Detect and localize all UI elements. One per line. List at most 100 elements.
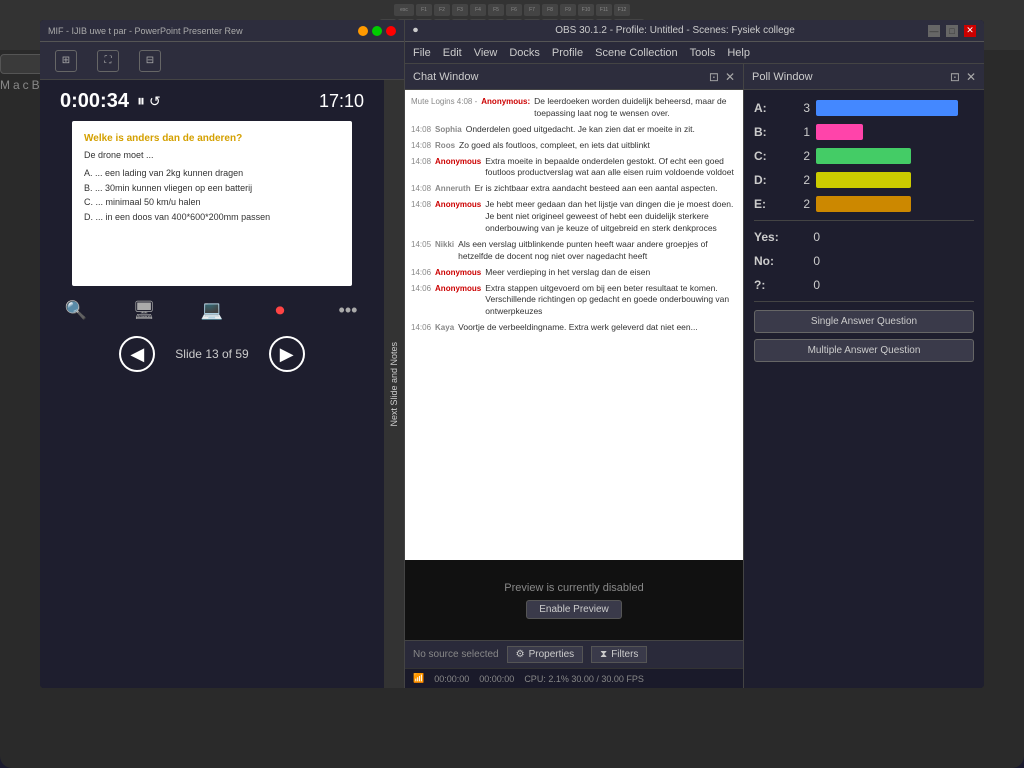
poll-row-question: ?: 0 bbox=[754, 277, 974, 293]
menu-file[interactable]: File bbox=[413, 47, 431, 59]
key-f8[interactable]: F8 bbox=[542, 4, 558, 16]
cpu-status-text: CPU: 2.1% 30.00 / 30.00 FPS bbox=[524, 674, 644, 684]
properties-button[interactable]: ⚙ Properties bbox=[507, 646, 584, 663]
enable-preview-button[interactable]: Enable Preview bbox=[526, 600, 621, 619]
chat-user: Anneruth bbox=[435, 183, 471, 195]
ppt-pause-button[interactable]: ⏸ bbox=[137, 93, 145, 111]
key-f7[interactable]: F7 bbox=[524, 4, 540, 16]
search-button[interactable]: 🔍 bbox=[60, 294, 92, 326]
poll-bar-container-a bbox=[816, 100, 974, 116]
chat-message-nikki: 14:05 Nikki Als een verslag uitblinkende… bbox=[411, 239, 737, 263]
ppt-toolbar: ⊞ ⛶ ⊟ bbox=[40, 42, 404, 80]
chat-message-anon3: 14:06 Anonymous Meer verdieping in het v… bbox=[411, 267, 737, 279]
poll-count-question: 0 bbox=[800, 278, 820, 292]
minimize-button[interactable]: — bbox=[928, 25, 940, 37]
chat-time: 14:06 bbox=[411, 283, 431, 319]
chat-text: Zo goed als foutloos, compleet, en iets … bbox=[459, 140, 650, 152]
poll-bar-container-e bbox=[816, 196, 974, 212]
close-button[interactable]: ✕ bbox=[964, 25, 976, 37]
menu-help[interactable]: Help bbox=[727, 47, 750, 59]
next-slide-button[interactable]: ▶ bbox=[269, 336, 305, 372]
no-source-text: No source selected bbox=[413, 649, 499, 660]
key-esc[interactable]: esc bbox=[394, 4, 414, 16]
ppt-end-time: 17:10 bbox=[319, 91, 364, 112]
poll-label-d: D: bbox=[754, 173, 784, 187]
chat-close-button[interactable]: ✕ bbox=[725, 70, 735, 84]
poll-close-button[interactable]: ✕ bbox=[966, 70, 976, 84]
poll-count-c: 2 bbox=[790, 149, 810, 163]
menu-edit[interactable]: Edit bbox=[443, 47, 462, 59]
key-f6[interactable]: F6 bbox=[506, 4, 522, 16]
poll-bar-b bbox=[816, 124, 863, 140]
single-answer-button[interactable]: Single Answer Question bbox=[754, 310, 974, 333]
slide-option-d: D. ... in een doos van 400*600*200mm pas… bbox=[84, 212, 340, 224]
poll-count-e: 2 bbox=[790, 197, 810, 211]
ppt-refresh-button[interactable]: ↺ bbox=[149, 93, 161, 110]
key-f11[interactable]: F11 bbox=[596, 4, 612, 16]
poll-title-bar: Poll Window ⊡ ✕ bbox=[744, 64, 984, 90]
toolbar-icon-1[interactable]: ⊞ bbox=[55, 50, 77, 72]
ppt-side-panel[interactable]: Next Slide and Notes bbox=[384, 80, 404, 688]
obs-window: ⏺ OBS 30.1.2 - Profile: Untitled - Scene… bbox=[405, 20, 984, 688]
poll-bar-container-no bbox=[826, 253, 974, 269]
chat-message-roos: 14:08 Roos Zo goed als foutloos, complee… bbox=[411, 140, 737, 152]
chat-user: Sophia bbox=[435, 124, 462, 136]
chat-text: Als een verslag uitblinkende punten heef… bbox=[458, 239, 737, 263]
multiple-answer-button[interactable]: Multiple Answer Question bbox=[754, 339, 974, 362]
chat-message-mute: Mute Logins 4:08 - Anonymous: De leerdoe… bbox=[411, 96, 737, 120]
poll-detach-button[interactable]: ⊡ bbox=[950, 70, 960, 84]
ppt-window: MIF - IJIB uwe t par - PowerPoint Presen… bbox=[40, 20, 405, 688]
ppt-main: 0:00:34 ⏸ ↺ 17:10 Welke is anders dan de… bbox=[40, 80, 404, 688]
maximize-button[interactable]: □ bbox=[946, 25, 958, 37]
menu-scene-collection[interactable]: Scene Collection bbox=[595, 47, 678, 59]
key-f2[interactable]: F2 bbox=[434, 4, 450, 16]
obs-status-bar: 📶 00:00:00 00:00:00 CPU: 2.1% 30.00 / 30… bbox=[405, 668, 743, 688]
key-f1[interactable]: F1 bbox=[416, 4, 432, 16]
obs-bottom-bar: No source selected ⚙ Properties ⧗ Filter… bbox=[405, 640, 743, 668]
poll-divider bbox=[754, 220, 974, 221]
chat-text: Extra stappen uitgevoerd om bij een bete… bbox=[485, 283, 737, 319]
poll-row-d: D: 2 bbox=[754, 172, 974, 188]
obs-title-text: OBS 30.1.2 - Profile: Untitled - Scenes:… bbox=[422, 25, 928, 36]
menu-tools[interactable]: Tools bbox=[690, 47, 716, 59]
menu-docks[interactable]: Docks bbox=[509, 47, 540, 59]
chat-user: Roos bbox=[435, 140, 455, 152]
poll-label-c: C: bbox=[754, 149, 784, 163]
chat-user: Anonymous bbox=[435, 156, 481, 180]
monitor-button[interactable]: 🖥 bbox=[128, 294, 160, 326]
poll-bar-container-question bbox=[826, 277, 974, 293]
poll-label-question: ?: bbox=[754, 278, 794, 292]
menu-profile[interactable]: Profile bbox=[552, 47, 583, 59]
ppt-slide: Welke is anders dan de anderen? De drone… bbox=[72, 121, 352, 286]
poll-content: A: 3 B: 1 bbox=[744, 90, 984, 688]
chat-user: Nikki bbox=[435, 239, 454, 263]
chat-text: Meer verdieping in het verslag dan de ei… bbox=[485, 267, 650, 279]
status-time1: 00:00:00 bbox=[434, 674, 469, 684]
poll-row-e: E: 2 bbox=[754, 196, 974, 212]
poll-row-c: C: 2 bbox=[754, 148, 974, 164]
chat-user: Anonymous bbox=[435, 283, 481, 319]
chat-text: Er is zichtbaar extra aandacht besteed a… bbox=[475, 183, 718, 195]
chat-messages: Mute Logins 4:08 - Anonymous: De leerdoe… bbox=[405, 90, 743, 560]
key-f10[interactable]: F10 bbox=[578, 4, 594, 16]
chat-detach-button[interactable]: ⊡ bbox=[709, 70, 719, 84]
prev-slide-button[interactable]: ◀ bbox=[119, 336, 155, 372]
key-f12[interactable]: F12 bbox=[614, 4, 630, 16]
key-f3[interactable]: F3 bbox=[452, 4, 468, 16]
chat-user: Anonymous: bbox=[481, 96, 530, 120]
poll-title-text: Poll Window bbox=[752, 71, 813, 83]
filters-button[interactable]: ⧗ Filters bbox=[591, 646, 647, 663]
poll-row-b: B: 1 bbox=[754, 124, 974, 140]
poll-label-no: No: bbox=[754, 254, 794, 268]
toolbar-icon-3[interactable]: ⊟ bbox=[139, 50, 161, 72]
key-f4[interactable]: F4 bbox=[470, 4, 486, 16]
record-button[interactable]: ⏺ bbox=[264, 294, 296, 326]
key-f9[interactable]: F9 bbox=[560, 4, 576, 16]
menu-view[interactable]: View bbox=[474, 47, 498, 59]
poll-row-yes: Yes: 0 bbox=[754, 229, 974, 245]
toolbar-icon-2[interactable]: ⛶ bbox=[97, 50, 119, 72]
more-button[interactable]: ••• bbox=[332, 294, 364, 326]
desktop-button[interactable]: 💻 bbox=[196, 294, 228, 326]
key-f5[interactable]: F5 bbox=[488, 4, 504, 16]
chat-text: De leerdoeken worden duidelijk beheersd,… bbox=[534, 96, 737, 120]
